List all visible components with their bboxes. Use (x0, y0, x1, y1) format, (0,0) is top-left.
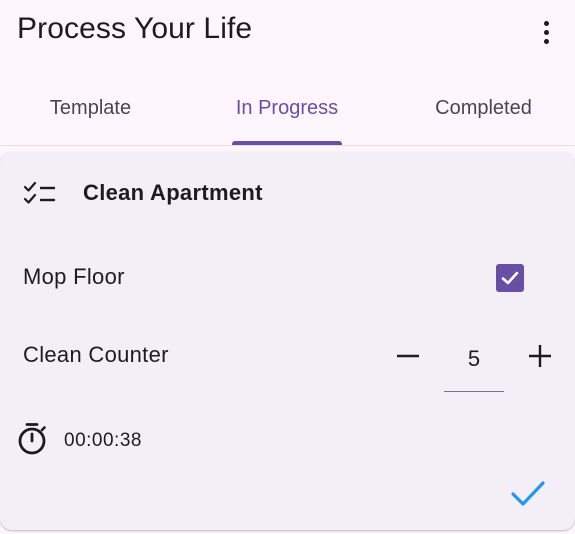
check-icon[interactable] (508, 478, 548, 510)
checklist-icon (23, 180, 57, 208)
card-title: Clean Apartment (83, 180, 263, 205)
counter-value-field[interactable]: 5 (444, 342, 504, 392)
tab-bar: Template In Progress Completed (0, 72, 575, 146)
decrement-button[interactable] (394, 342, 422, 370)
item-label-clean-counter: Clean Counter (23, 342, 169, 367)
more-vert-icon[interactable] (526, 12, 566, 52)
app-bar: Process Your Life (0, 0, 575, 64)
tab-indicator (232, 141, 342, 145)
timer-icon (16, 422, 48, 456)
app-title: Process Your Life (17, 12, 253, 45)
mop-floor-checkbox[interactable] (496, 264, 524, 292)
tab-in-progress[interactable]: In Progress (190, 72, 384, 145)
tab-completed[interactable]: Completed (392, 72, 575, 145)
increment-button[interactable] (526, 342, 554, 370)
item-label-mop-floor: Mop Floor (23, 264, 125, 289)
tab-template[interactable]: Template (0, 72, 181, 145)
process-card: Clean Apartment Mop Floor Clean Counter … (0, 152, 575, 530)
timer-value: 00:00:38 (64, 430, 142, 451)
